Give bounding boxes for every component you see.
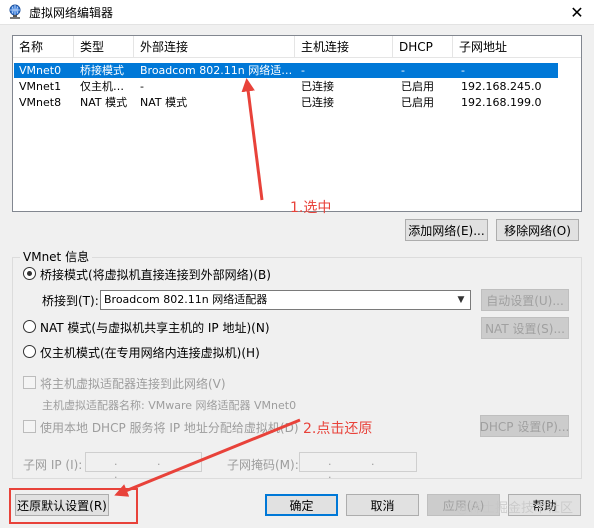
column-header-subnet[interactable]: 子网地址 bbox=[453, 36, 581, 58]
subnet-mask-label: 子网掩码(M): bbox=[227, 458, 299, 472]
column-header-host[interactable]: 主机连接 bbox=[295, 36, 393, 58]
cell-dhcp: 已启用 bbox=[401, 96, 434, 109]
cell-external: Broadcom 802.11n 网络适… bbox=[140, 64, 292, 77]
cell-dhcp: 已启用 bbox=[401, 80, 434, 93]
window-title: 虚拟网络编辑器 bbox=[29, 6, 114, 20]
column-header-name[interactable]: 名称 bbox=[13, 36, 74, 58]
auto-settings-button[interactable]: 自动设置(U)... bbox=[481, 289, 569, 311]
subnet-ip-dots: . . . bbox=[114, 455, 179, 481]
connect-adapter-checkbox[interactable] bbox=[23, 376, 36, 389]
cell-external: NAT 模式 bbox=[140, 96, 188, 109]
cell-dhcp: - bbox=[401, 64, 405, 77]
nat-mode-label[interactable]: NAT 模式(与虚拟机共享主机的 IP 地址)(N) bbox=[40, 319, 270, 336]
cell-name: VMnet0 bbox=[19, 64, 62, 77]
subnet-mask-input[interactable]: . . . bbox=[299, 452, 417, 481]
cell-host: 已连接 bbox=[301, 80, 334, 93]
cell-subnet: 192.168.199.0 bbox=[461, 96, 542, 109]
column-header-type[interactable]: 类型 bbox=[74, 36, 134, 58]
dhcp-checkbox[interactable] bbox=[23, 420, 36, 433]
host-only-label[interactable]: 仅主机模式(在专用网络内连接虚拟机)(H) bbox=[40, 344, 260, 361]
dhcp-settings-button[interactable]: DHCP 设置(P)... bbox=[480, 415, 569, 437]
cell-host: - bbox=[301, 64, 305, 77]
vmnet-info-title: VMnet 信息 bbox=[20, 248, 93, 265]
network-globe-icon bbox=[9, 4, 21, 19]
connect-adapter-label: 将主机虚拟适配器连接到此网络(V) bbox=[40, 377, 226, 391]
subnet-mask-dots: . . . bbox=[328, 455, 393, 481]
network-list[interactable]: 名称 类型 外部连接 主机连接 DHCP 子网地址 VMnet0 桥接模式 Br… bbox=[12, 35, 582, 212]
remove-network-button[interactable]: 移除网络(O) bbox=[496, 219, 579, 241]
cell-type: 仅主机… bbox=[80, 80, 124, 93]
bridge-to-select[interactable]: Broadcom 802.11n 网络适配器 ▼ bbox=[100, 290, 471, 310]
bridge-mode-radio[interactable] bbox=[23, 267, 36, 280]
bridge-to-label: 桥接到(T): bbox=[42, 294, 99, 308]
cell-type: NAT 模式 bbox=[80, 96, 128, 109]
dhcp-label: 使用本地 DHCP 服务将 IP 地址分配给虚拟机(D) bbox=[40, 421, 299, 435]
title-bar: 虚拟网络编辑器 ✕ bbox=[0, 0, 594, 24]
cell-external: - bbox=[140, 80, 144, 93]
cell-name: VMnet8 bbox=[19, 96, 62, 109]
table-row[interactable]: VMnet1 仅主机… - 已连接 已启用 192.168.245.0 bbox=[14, 79, 558, 94]
chevron-down-icon: ▼ bbox=[457, 295, 465, 305]
column-header-dhcp[interactable]: DHCP bbox=[393, 36, 453, 58]
step1-annotation: 1.选中 bbox=[290, 200, 332, 216]
cell-subnet: - bbox=[461, 64, 465, 77]
subnet-ip-input[interactable]: . . . bbox=[85, 452, 202, 481]
add-network-button[interactable]: 添加网络(E)... bbox=[405, 219, 488, 241]
bridge-mode-label[interactable]: 桥接模式(将虚拟机直接连接到外部网络)(B) bbox=[40, 266, 271, 283]
nat-settings-button[interactable]: NAT 设置(S)... bbox=[481, 317, 569, 339]
watermark: @稀土掘金技术社区 bbox=[456, 501, 574, 516]
nat-mode-radio[interactable] bbox=[23, 320, 36, 333]
ok-button[interactable]: 确定 bbox=[265, 494, 338, 516]
bridge-to-value: Broadcom 802.11n 网络适配器 bbox=[104, 293, 268, 306]
host-only-radio[interactable] bbox=[23, 345, 36, 358]
table-row[interactable]: VMnet0 桥接模式 Broadcom 802.11n 网络适… - - - bbox=[14, 63, 558, 78]
table-row[interactable]: VMnet8 NAT 模式 NAT 模式 已连接 已启用 192.168.199… bbox=[14, 95, 558, 110]
list-header: 名称 类型 外部连接 主机连接 DHCP 子网地址 bbox=[13, 36, 581, 58]
cell-type: 桥接模式 bbox=[80, 64, 124, 77]
column-header-external[interactable]: 外部连接 bbox=[134, 36, 295, 58]
cell-subnet: 192.168.245.0 bbox=[461, 80, 542, 93]
cancel-button[interactable]: 取消 bbox=[346, 494, 419, 516]
adapter-name-label: 主机虚拟适配器名称: VMware 网络适配器 VMnet0 bbox=[42, 399, 297, 412]
cell-host: 已连接 bbox=[301, 96, 334, 109]
close-icon[interactable]: ✕ bbox=[562, 0, 592, 24]
subnet-ip-label: 子网 IP (I): bbox=[23, 458, 83, 472]
restore-highlight-box bbox=[9, 488, 138, 524]
cell-name: VMnet1 bbox=[19, 80, 62, 93]
step2-annotation: 2.点击还原 bbox=[303, 421, 373, 437]
